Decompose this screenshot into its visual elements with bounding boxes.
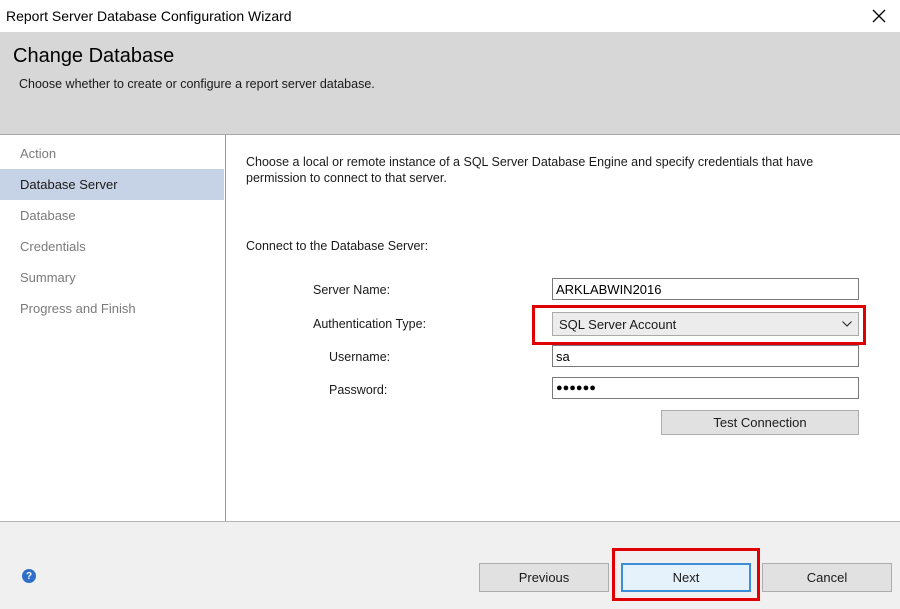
sidebar-item-progress-and-finish[interactable]: Progress and Finish bbox=[0, 293, 224, 324]
sidebar-item-action[interactable]: Action bbox=[0, 138, 224, 169]
window-title: Report Server Database Configuration Wiz… bbox=[6, 8, 292, 24]
main-panel: Choose a local or remote instance of a S… bbox=[226, 135, 900, 521]
sidebar-item-database[interactable]: Database bbox=[0, 200, 224, 231]
auth-type-select[interactable]: SQL Server Account bbox=[552, 312, 859, 336]
username-label: Username: bbox=[329, 350, 391, 364]
sidebar-item-database-server[interactable]: Database Server bbox=[0, 169, 224, 200]
page-title: Change Database bbox=[13, 45, 175, 67]
sidebar-item-summary[interactable]: Summary bbox=[0, 262, 224, 293]
server-name-input[interactable] bbox=[552, 278, 859, 300]
server-name-label: Server Name: bbox=[313, 283, 391, 297]
sidebar-item-credentials[interactable]: Credentials bbox=[0, 231, 224, 262]
previous-button[interactable]: Previous bbox=[479, 563, 609, 592]
test-connection-button[interactable]: Test Connection bbox=[661, 410, 859, 435]
title-bar: Report Server Database Configuration Wiz… bbox=[0, 0, 900, 32]
wizard-header: Change Database Choose whether to create… bbox=[0, 32, 900, 135]
chevron-down-icon bbox=[842, 321, 852, 327]
next-button[interactable]: Next bbox=[621, 563, 751, 592]
auth-type-value: SQL Server Account bbox=[559, 316, 677, 332]
section-label: Connect to the Database Server: bbox=[246, 239, 429, 253]
password-input[interactable]: ●●●●●● bbox=[552, 377, 859, 399]
page-subtitle: Choose whether to create or configure a … bbox=[19, 77, 375, 91]
help-icon[interactable]: ? bbox=[22, 569, 36, 583]
cancel-button[interactable]: Cancel bbox=[762, 563, 892, 592]
username-input[interactable] bbox=[552, 345, 859, 367]
close-icon bbox=[872, 9, 886, 23]
auth-type-label: Authentication Type: bbox=[313, 317, 427, 331]
wizard-steps-sidebar: Action Database Server Database Credenti… bbox=[0, 135, 226, 521]
close-button[interactable] bbox=[862, 3, 896, 29]
wizard-footer: ? Previous Next Cancel bbox=[0, 521, 900, 609]
description-text: Choose a local or remote instance of a S… bbox=[246, 155, 814, 185]
password-label: Password: bbox=[329, 383, 388, 397]
